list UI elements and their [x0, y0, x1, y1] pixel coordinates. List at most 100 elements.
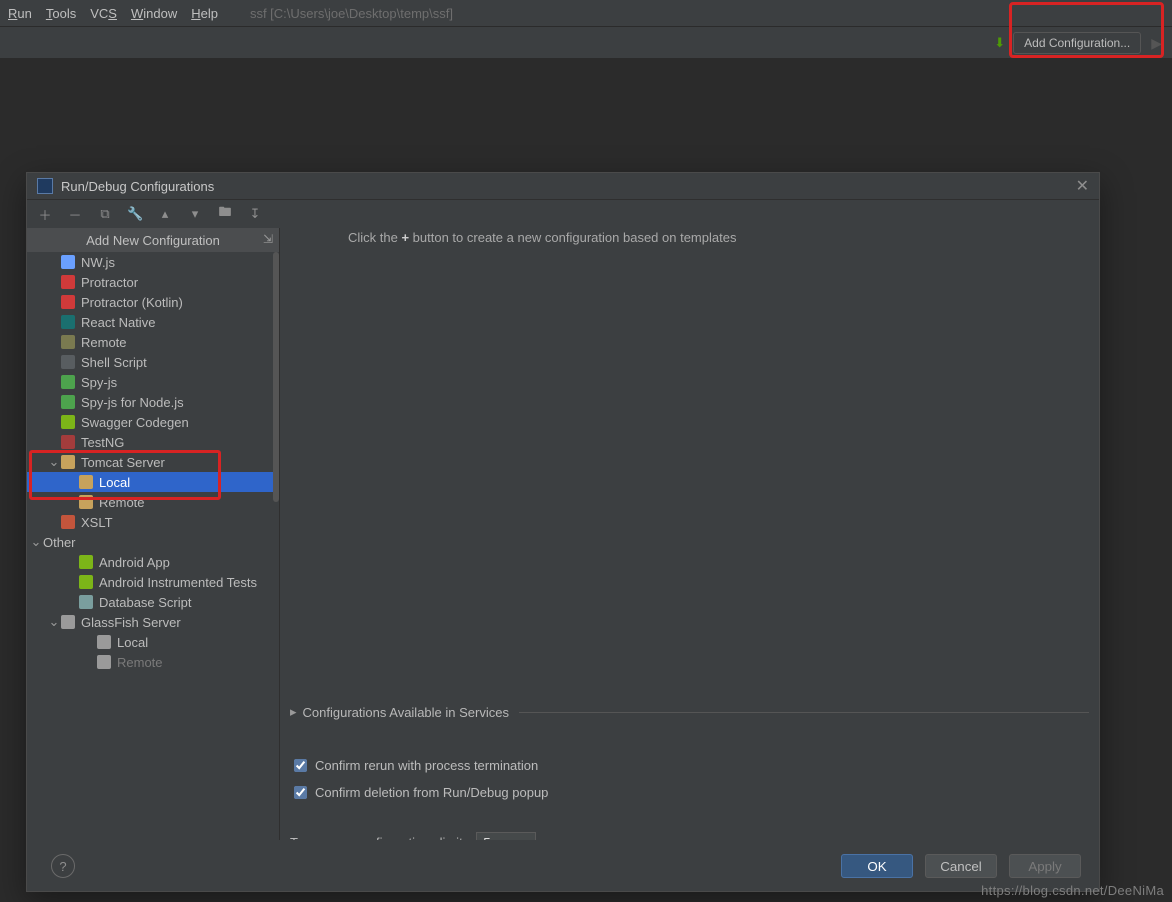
confirm-rerun-input[interactable]	[294, 759, 307, 772]
tree-item-database-script[interactable]: Database Script	[27, 592, 279, 612]
calendar-icon	[61, 335, 75, 349]
section-divider	[519, 712, 1089, 713]
tree-item-spy-js-for-node-js[interactable]: Spy-js for Node.js	[27, 392, 279, 412]
tree-item-label: Protractor (Kotlin)	[81, 295, 183, 310]
tree-item-glassfish-server[interactable]: ⌄GlassFish Server	[27, 612, 279, 632]
main-toolbar: ⬇ Add Configuration... ▶	[0, 27, 1172, 60]
add-icon[interactable]: ＋	[37, 205, 53, 224]
menu-vcs[interactable]: VCS	[90, 6, 117, 21]
up-icon[interactable]: ▴	[157, 206, 173, 222]
run-icon[interactable]: ▶	[1151, 35, 1162, 52]
tomcat-icon	[79, 475, 93, 489]
tree-item-tomcat-server[interactable]: ⌄Tomcat Server	[27, 452, 279, 472]
tree-item-swagger-codegen[interactable]: Swagger Codegen	[27, 412, 279, 432]
menu-run[interactable]: Run	[8, 6, 32, 21]
folder-icon[interactable]: 🖿	[217, 203, 233, 225]
tree-item-label: GlassFish Server	[81, 615, 181, 630]
tree-item-remote[interactable]: Remote	[27, 492, 279, 512]
ng-icon	[61, 435, 75, 449]
confirm-rerun-checkbox[interactable]: Confirm rerun with process termination	[290, 756, 1089, 775]
ok-button[interactable]: OK	[841, 854, 913, 878]
run-debug-config-dialog: Run/Debug Configurations ✕ ＋ － ⧉ 🔧 ▴ ▾ 🖿…	[26, 172, 1100, 892]
tree-item-label: React Native	[81, 315, 155, 330]
tree-header-label: Add New Configuration	[86, 233, 220, 248]
tree-item-other[interactable]: ⌄Other	[27, 532, 279, 552]
chevron-down-icon: ⌄	[47, 454, 61, 470]
expand-icon[interactable]: ⇲	[263, 232, 273, 246]
close-icon[interactable]: ✕	[1076, 176, 1089, 196]
tree-item-label: Swagger Codegen	[81, 415, 189, 430]
download-icon[interactable]: ⬇	[994, 35, 1005, 51]
tree-item-remote[interactable]: Remote	[27, 652, 279, 672]
tree-item-label: Spy-js	[81, 375, 117, 390]
tree-item-android-app[interactable]: Android App	[27, 552, 279, 572]
tree-item-shell-script[interactable]: Shell Script	[27, 352, 279, 372]
tree-item-label: Remote	[81, 335, 127, 350]
wrench-icon[interactable]: 🔧	[127, 206, 143, 222]
sort-icon[interactable]: ↧	[247, 206, 263, 222]
tree-item-label: Other	[43, 535, 76, 550]
apply-button[interactable]: Apply	[1009, 854, 1081, 878]
temp-limit-row: Temporary configurations limit:	[290, 832, 1089, 840]
tree-item-remote[interactable]: Remote	[27, 332, 279, 352]
tree-item-testng[interactable]: TestNG	[27, 432, 279, 452]
tree-item-label: Remote	[117, 655, 163, 670]
help-button[interactable]: ?	[51, 854, 75, 878]
tree-item-protractor[interactable]: Protractor	[27, 272, 279, 292]
swagger-icon	[61, 415, 75, 429]
temp-limit-label: Temporary configurations limit:	[290, 835, 466, 840]
empty-hint: Click the + button to create a new confi…	[348, 230, 736, 245]
temp-limit-input[interactable]	[476, 832, 536, 840]
tree-item-label: Remote	[99, 495, 145, 510]
services-section[interactable]: ▸ Configurations Available in Services	[290, 704, 1089, 720]
config-tree[interactable]: NW.js Protractor Protractor (Kotlin) React …	[27, 252, 279, 840]
tree-item-label: Protractor	[81, 275, 138, 290]
red-icon	[61, 295, 75, 309]
dialog-footer: ? OK Cancel Apply	[27, 840, 1099, 891]
red-icon	[61, 275, 75, 289]
confirm-delete-checkbox[interactable]: Confirm deletion from Run/Debug popup	[290, 783, 1089, 802]
tree-item-label: Spy-js for Node.js	[81, 395, 184, 410]
tree-item-xslt[interactable]: XSLT	[27, 512, 279, 532]
tree-item-label: Database Script	[99, 595, 192, 610]
gf-icon	[61, 615, 75, 629]
tree-item-react-native[interactable]: React Native	[27, 312, 279, 332]
tree-item-label: Android Instrumented Tests	[99, 575, 257, 590]
menu-tools[interactable]: Tools	[46, 6, 76, 21]
chevron-down-icon: ⌄	[29, 534, 43, 550]
intellij-icon	[37, 178, 53, 194]
tree-item-label: Android App	[99, 555, 170, 570]
add-configuration-button[interactable]: Add Configuration...	[1013, 32, 1141, 54]
project-path: ssf [C:\Users\joe\Desktop\temp\ssf]	[250, 6, 453, 21]
confirm-delete-input[interactable]	[294, 786, 307, 799]
cancel-button[interactable]: Cancel	[925, 854, 997, 878]
dialog-toolbar: ＋ － ⧉ 🔧 ▴ ▾ 🖿 ↧	[27, 199, 1099, 228]
tree-item-android-instrumented-tests[interactable]: Android Instrumented Tests	[27, 572, 279, 592]
dialog-title: Run/Debug Configurations	[61, 179, 214, 194]
config-tree-panel: Add New Configuration ⇲ NW.js Protractor P…	[27, 228, 280, 840]
tree-header: Add New Configuration ⇲	[27, 228, 279, 252]
hint-post: button to create a new configuration bas…	[409, 230, 736, 245]
react-icon	[61, 315, 75, 329]
tree-item-local[interactable]: Local	[27, 632, 279, 652]
tree-scrollbar[interactable]	[273, 252, 279, 502]
tomcat-icon	[61, 455, 75, 469]
remove-icon[interactable]: －	[67, 205, 83, 224]
config-detail-panel: Click the + button to create a new confi…	[280, 228, 1099, 840]
db-icon	[79, 595, 93, 609]
tree-item-protractor-kotlin-[interactable]: Protractor (Kotlin)	[27, 292, 279, 312]
copy-icon[interactable]: ⧉	[97, 206, 113, 222]
bug-icon	[61, 375, 75, 389]
tree-item-label: Local	[99, 475, 130, 490]
hex-icon	[61, 255, 75, 269]
menu-help[interactable]: Help	[191, 6, 218, 21]
android-icon	[79, 555, 93, 569]
tree-item-nw-js[interactable]: NW.js	[27, 252, 279, 272]
tree-item-spy-js[interactable]: Spy-js	[27, 372, 279, 392]
menu-window[interactable]: Window	[131, 6, 177, 21]
down-icon[interactable]: ▾	[187, 206, 203, 222]
caret-right-icon: ▸	[290, 704, 297, 720]
tree-item-label: Local	[117, 635, 148, 650]
tree-item-local[interactable]: Local	[27, 472, 279, 492]
tree-item-label: NW.js	[81, 255, 115, 270]
